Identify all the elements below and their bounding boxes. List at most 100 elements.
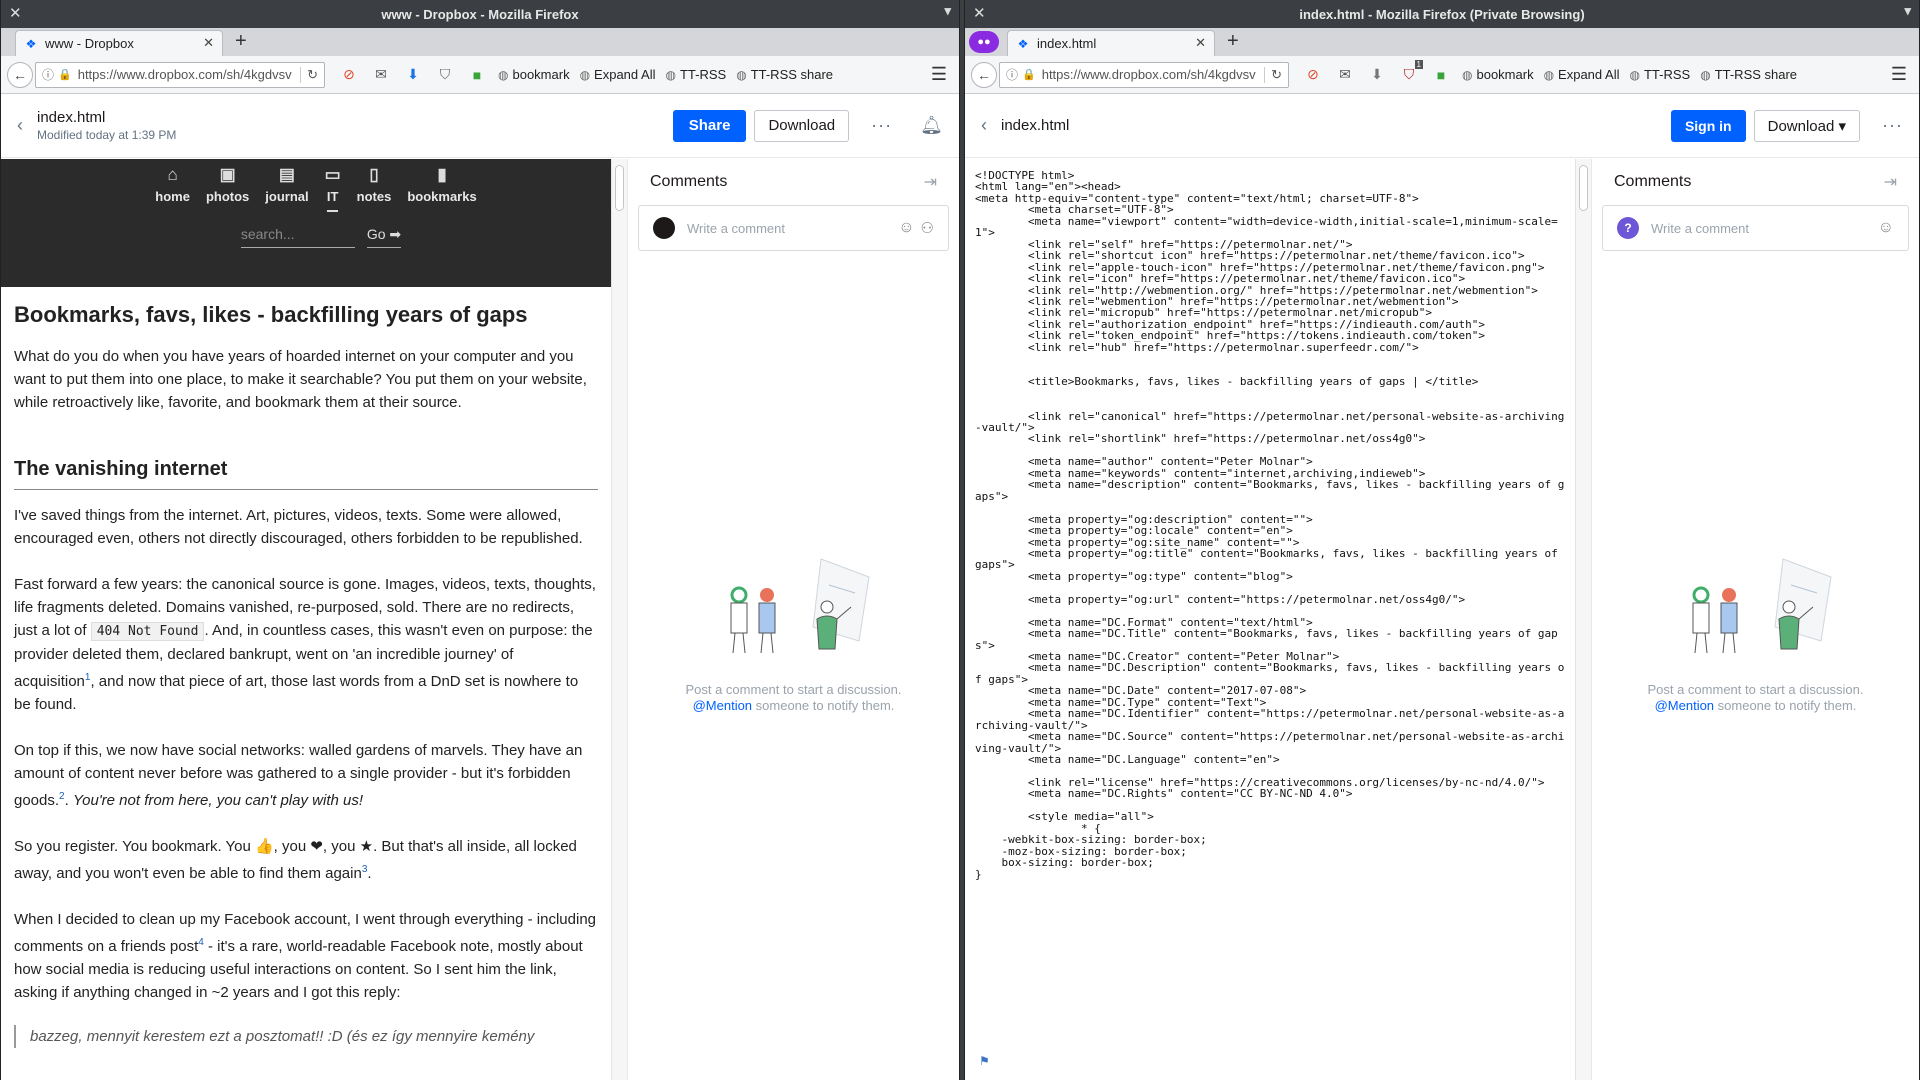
mention-link[interactable]: @Mention <box>693 698 752 713</box>
url-text[interactable]: https://www.dropbox.com/sh/4kgdvsv <box>78 67 300 82</box>
dropbox-favicon-icon: ❖ <box>1017 36 1029 51</box>
bookmark-item-expand-all[interactable]: ◍ Expand All <box>580 67 656 82</box>
browser-tab[interactable]: ❖ www - Dropbox ✕ <box>15 30 223 56</box>
shield-icon[interactable]: ⛉ <box>431 66 459 83</box>
sign-in-button[interactable]: Sign in <box>1670 109 1746 142</box>
it-icon: ▭ <box>324 165 341 184</box>
mail-icon[interactable]: ✉ <box>1331 66 1359 83</box>
browser-tab[interactable]: ❖ index.html ✕ <box>1007 30 1215 56</box>
reload-icon[interactable]: ↻ <box>1264 66 1282 83</box>
noscript-icon[interactable]: ⊘ <box>1299 66 1327 83</box>
back-button[interactable]: ← <box>971 61 997 88</box>
site-search-input[interactable]: search... <box>240 226 355 248</box>
bookmark-item-tt-rss[interactable]: ◍ TT-RSS <box>1629 67 1690 82</box>
menu-hamburger-icon[interactable]: ☰ <box>1891 64 1913 85</box>
bookmark-item-bookmark[interactable]: ◍ bookmark <box>498 67 570 82</box>
footnote-link[interactable]: 2 <box>59 791 65 802</box>
nav-item-journal[interactable]: ▤ journal <box>265 165 308 204</box>
article: Bookmarks, favs, likes - backfilling yea… <box>1 287 611 1062</box>
globe-icon: ◍ <box>1629 67 1640 82</box>
people-illustration <box>730 558 870 654</box>
bell-icon[interactable]: 🔔︎ <box>920 115 943 136</box>
bookmark-label: bookmark <box>1476 67 1534 82</box>
bookmark-label: TT-RSS share <box>1714 67 1798 82</box>
tab-close-icon[interactable]: ✕ <box>1195 35 1206 51</box>
download-icon[interactable]: ⬇ <box>1363 66 1391 83</box>
window-minimize-icon[interactable]: ▾ <box>944 3 951 19</box>
site-info-icon[interactable]: ⓘ <box>42 66 54 83</box>
green-extension-icon[interactable]: ■ <box>463 67 491 83</box>
nav-item-notes[interactable]: ▯ notes <box>357 165 392 204</box>
more-options-icon[interactable]: ··· <box>1882 115 1903 136</box>
comment-input[interactable]: Write a comment ☺ ⚇ <box>638 205 949 251</box>
url-bar[interactable]: ⓘ 🔒 https://www.dropbox.com/sh/4kgdvsv ↻ <box>999 61 1289 88</box>
back-chevron-icon[interactable]: ‹ <box>17 115 23 136</box>
site-search: search... Go ➡ <box>31 226 611 248</box>
scrollbar-thumb[interactable] <box>1579 165 1588 211</box>
emoji-icon[interactable]: ☺ <box>1878 219 1894 237</box>
url-text[interactable]: https://www.dropbox.com/sh/4kgdvsv <box>1042 67 1264 82</box>
mail-icon[interactable]: ✉ <box>367 66 395 83</box>
back-button[interactable]: ← <box>7 61 33 88</box>
nav-item-bookmarks[interactable]: ▮ bookmarks <box>407 165 476 204</box>
more-options-icon[interactable]: ··· <box>871 115 892 136</box>
text-span: someone to notify them. <box>752 698 895 713</box>
share-button[interactable]: Share <box>672 109 747 142</box>
noscript-icon[interactable]: ⊘ <box>335 66 363 83</box>
bookmark-item-bookmark[interactable]: ◍ bookmark <box>1462 67 1534 82</box>
download-dropdown-button[interactable]: Download ▾ <box>1753 109 1861 142</box>
add-person-icon[interactable]: ⚇ <box>921 219 934 237</box>
new-tab-button[interactable]: + <box>1227 30 1239 53</box>
nav-label: photos <box>205 189 250 204</box>
collapse-panel-icon[interactable]: ⇥ <box>924 172 937 192</box>
ublock-icon[interactable]: ⛉ 1 <box>1395 60 1423 83</box>
window-minimize-icon[interactable]: ▾ <box>1904 3 1911 19</box>
bookmarks-icon: ▮ <box>437 165 447 184</box>
url-bar[interactable]: ⓘ 🔒 https://www.dropbox.com/sh/4kgdvsv ↻ <box>35 61 325 88</box>
globe-icon: ◍ <box>579 67 591 82</box>
bookmark-item-tt-rss[interactable]: ◍ TT-RSS <box>665 67 726 82</box>
bookmark-label: TT-RSS <box>679 67 727 82</box>
file-preview[interactable]: ⌂ home ▣ photos ▤ journal ▭ IT ▯ notes ▮ bookm… <box>1 159 611 1080</box>
nav-item-home[interactable]: ⌂ home <box>155 165 190 204</box>
empty-message: Post a comment to start a discussion. <box>685 682 902 697</box>
comment-placeholder: Write a comment <box>1651 220 1750 236</box>
empty-message: Post a comment to start a discussion. <box>1647 682 1864 697</box>
comments-panel: Comments ⇥ ? Write a comment ☺ Post a co… <box>1591 159 1919 1080</box>
site-search-go-button[interactable]: Go ➡ <box>366 226 402 248</box>
file-preview[interactable]: <!DOCTYPE html> <html lang="en"><head> <… <box>965 159 1575 1080</box>
text-span: . <box>367 865 372 882</box>
green-extension-icon[interactable]: ■ <box>1427 67 1455 83</box>
download-icon[interactable]: ⬇ <box>399 66 427 83</box>
new-tab-button[interactable]: + <box>235 30 247 53</box>
scrollbar-thumb[interactable] <box>615 165 624 211</box>
bookmark-item-expand-all[interactable]: ◍ Expand All <box>1544 67 1620 82</box>
nav-label: bookmarks <box>407 189 477 204</box>
flag-icon[interactable]: ⚑ <box>979 1054 990 1068</box>
window-close-icon[interactable]: ✕ <box>9 4 22 22</box>
avatar <box>653 217 675 239</box>
collapse-panel-icon[interactable]: ⇥ <box>1884 172 1897 192</box>
text-span: someone to notify them. <box>1714 698 1857 713</box>
navigation-toolbar: ← ⓘ 🔒 https://www.dropbox.com/sh/4kgdvsv… <box>1 56 959 94</box>
site-info-icon[interactable]: ⓘ <box>1006 66 1018 83</box>
dropbox-favicon-icon: ❖ <box>25 36 37 51</box>
mention-link[interactable]: @Mention <box>1655 698 1714 713</box>
reload-icon[interactable]: ↻ <box>300 66 318 83</box>
preview-scrollbar[interactable] <box>611 159 627 1080</box>
nav-item-photos[interactable]: ▣ photos <box>206 165 249 204</box>
download-button[interactable]: Download <box>754 109 850 142</box>
preview-scrollbar[interactable] <box>1575 159 1591 1080</box>
file-modified: Modified today at 1:39 PM <box>37 128 177 142</box>
nav-item-it[interactable]: ▭ IT <box>324 165 341 212</box>
emoji-icon[interactable]: ☺ <box>898 219 914 237</box>
bookmark-item-tt-rss-share[interactable]: ◍ TT-RSS share <box>1700 67 1797 82</box>
back-chevron-icon[interactable]: ‹ <box>981 115 987 136</box>
menu-hamburger-icon[interactable]: ☰ <box>931 64 953 85</box>
nav-label: journal <box>265 189 309 204</box>
comment-input[interactable]: ? Write a comment ☺ <box>1602 205 1909 251</box>
people-illustration <box>1692 558 1832 654</box>
tab-close-icon[interactable]: ✕ <box>203 35 214 51</box>
window-close-icon[interactable]: ✕ <box>973 4 986 22</box>
bookmark-item-tt-rss-share[interactable]: ◍ TT-RSS share <box>736 67 833 82</box>
